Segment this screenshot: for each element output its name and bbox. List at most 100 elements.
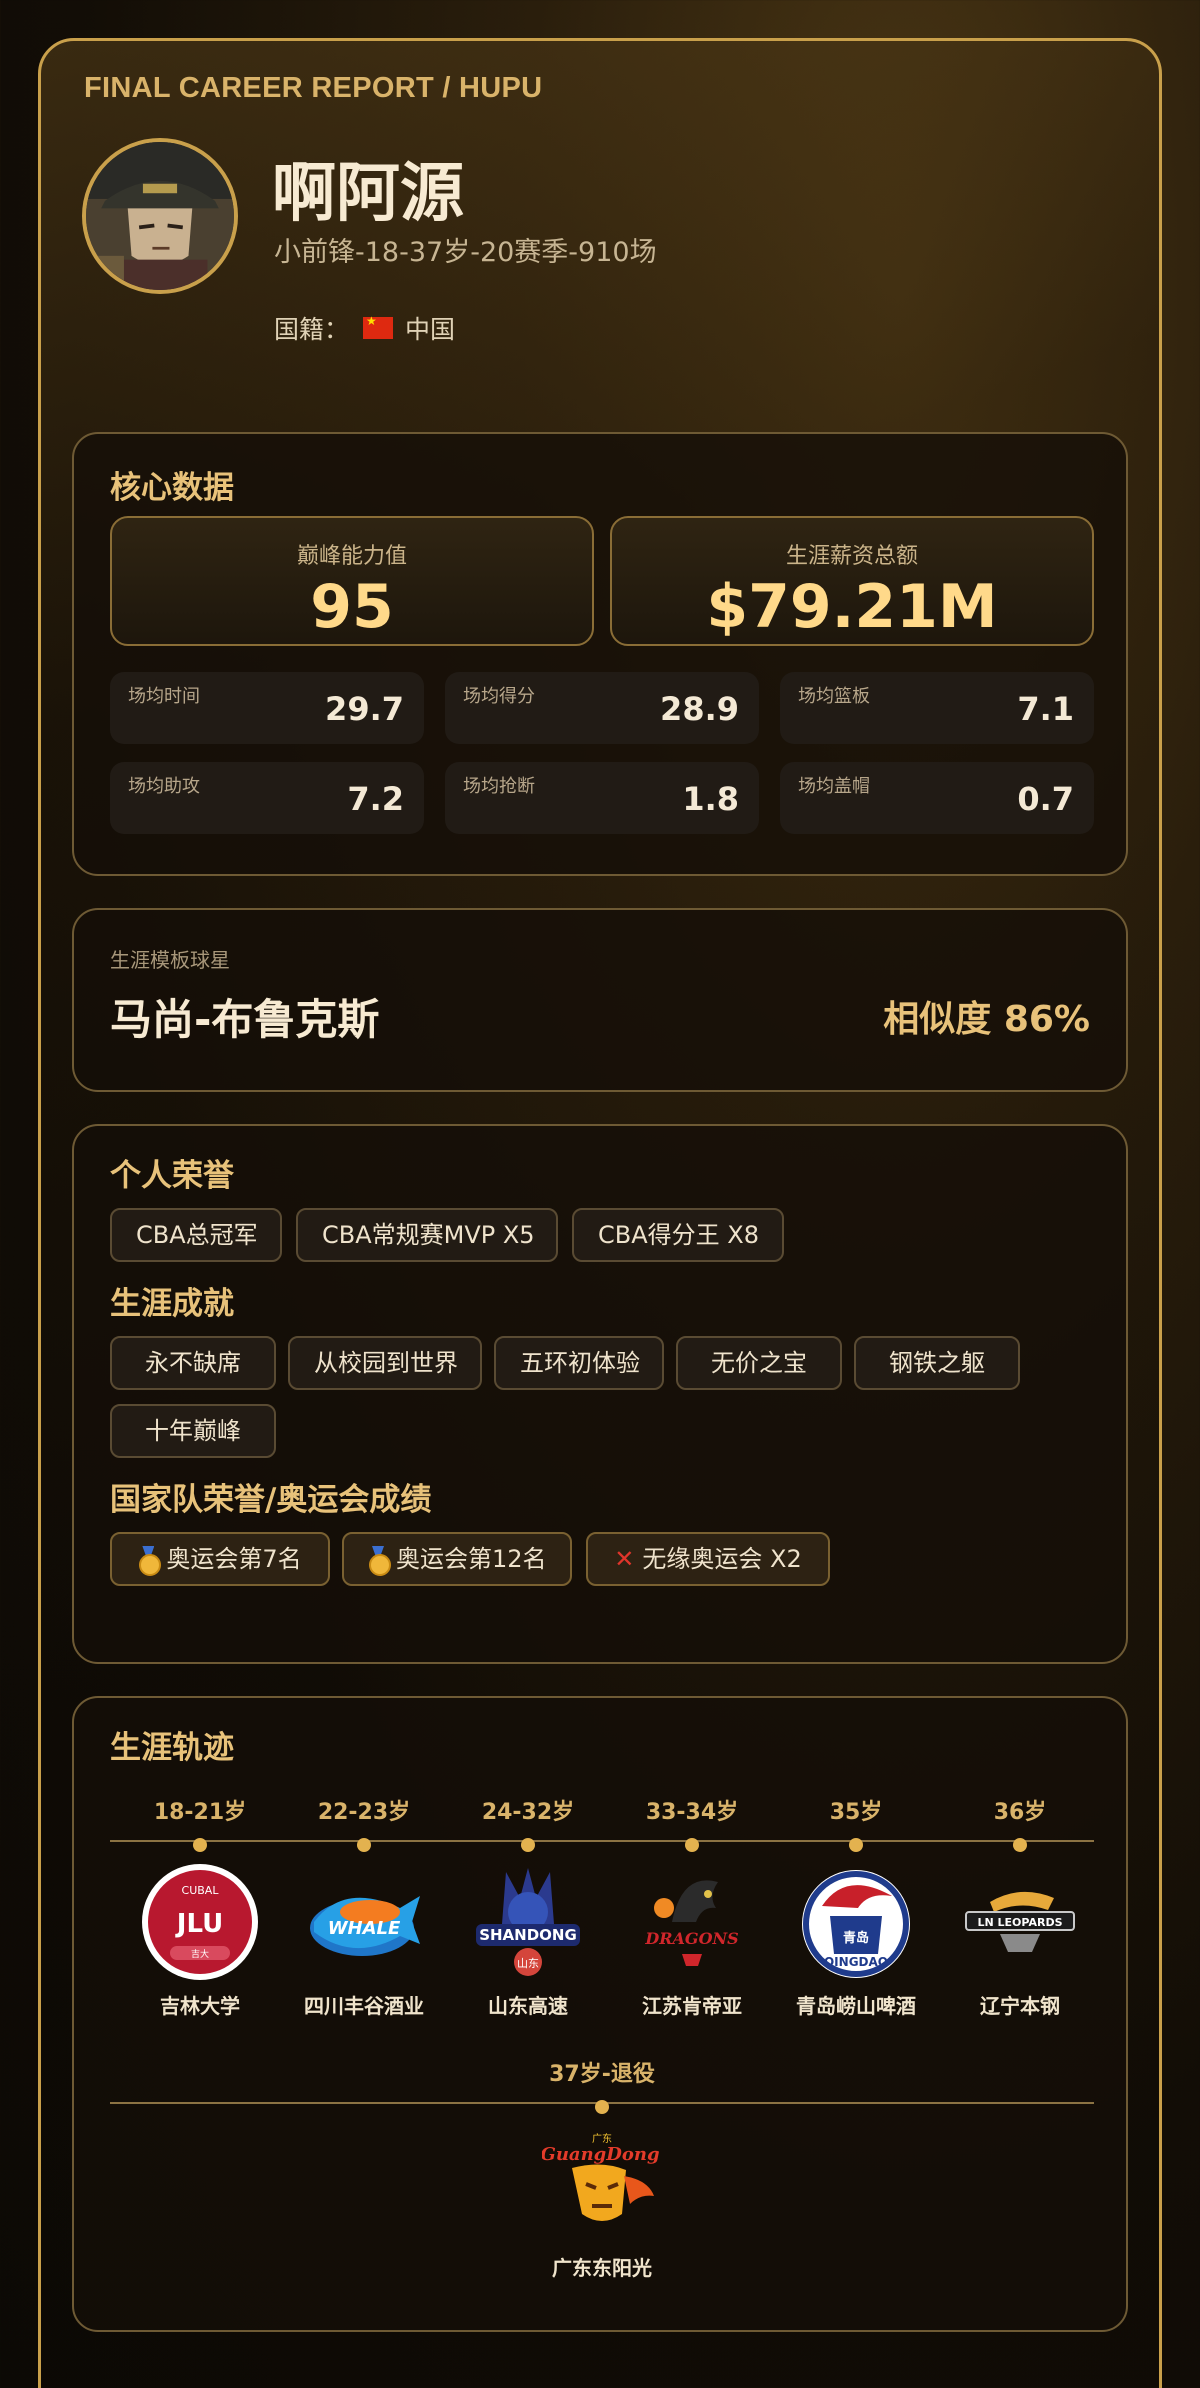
logo-text: DRAGONS: [644, 1929, 738, 1948]
career-achievements-title: 生涯成就: [110, 1286, 234, 1322]
timeline-team: 辽宁本钢: [980, 1994, 1060, 2018]
timeline-team: 四川丰谷酒业: [304, 1994, 424, 2018]
peak-rating-label: 巅峰能力值: [296, 544, 407, 569]
timeline-age: 37岁-退役: [549, 2062, 655, 2087]
timeline-stop[interactable]: 36岁 LN LEOPARDS 辽宁本钢: [938, 1794, 1102, 2019]
template-player-name: 马尚-布鲁克斯: [110, 995, 380, 1044]
timeline-dot: [595, 2100, 609, 2114]
template-player-label: 生涯模板球星: [110, 948, 230, 972]
national-result-text: 奥运会第7名: [166, 1545, 302, 1573]
logo-tag-text: 吉大: [191, 1948, 209, 1960]
achievement-chip[interactable]: 从校园到世界: [288, 1336, 482, 1390]
stat-value: 29.7: [325, 690, 404, 728]
similarity-value: 相似度 86%: [883, 999, 1090, 1040]
stat-value: 0.7: [1017, 780, 1074, 818]
cross-icon: ✕: [614, 1545, 635, 1573]
player-subtitle: 小前锋-18-37岁-20赛季-910场: [274, 237, 657, 268]
logo-text: SHANDONG: [479, 1926, 577, 1944]
guangdong-tigers-logo-icon: 广东 GuangDong: [540, 2124, 662, 2244]
timeline-age: 33-34岁: [645, 1800, 739, 1825]
nationality-row: 国籍： 中国: [274, 310, 455, 346]
timeline-stop[interactable]: 22-23岁 WHALE 四川丰谷酒业: [282, 1794, 446, 2019]
honor-chip[interactable]: CBA总冠军: [110, 1208, 282, 1262]
nationality-value: 中国: [405, 315, 456, 344]
sichuan-whale-logo-icon: WHALE: [304, 1862, 424, 1982]
shandong-logo-icon: SHANDONG 山东: [468, 1862, 588, 1982]
stat-value: 1.8: [682, 780, 739, 818]
honors-panel: 个人荣誉 CBA总冠军 CBA常规赛MVP X5 CBA得分王 X8 生涯成就 …: [72, 1124, 1128, 1664]
timeline-age: 18-21岁: [153, 1800, 247, 1825]
stat-card: 场均盖帽 0.7: [780, 762, 1094, 834]
peak-rating-card: 巅峰能力值 95: [110, 516, 594, 646]
report-tag: FINAL CAREER REPORT / HUPU: [84, 72, 543, 104]
honor-chip[interactable]: CBA常规赛MVP X5: [296, 1208, 558, 1262]
stat-value: 7.2: [347, 780, 404, 818]
timeline-stop[interactable]: 24-32岁 SHANDONG 山东 山东高速: [446, 1794, 610, 2019]
logo-tag-text: 山东: [517, 1957, 539, 1970]
logo-text: LN LEOPARDS: [977, 1916, 1062, 1929]
achievement-chip[interactable]: 十年巅峰: [110, 1404, 276, 1458]
timeline-age: 36岁: [993, 1800, 1047, 1825]
stat-label: 场均抢断: [463, 776, 535, 797]
career-salary-value: $79.21M: [706, 572, 998, 642]
achievement-chip[interactable]: 五环初体验: [494, 1336, 664, 1390]
stat-value: 28.9: [660, 690, 739, 728]
timeline-team: 青岛崂山啤酒: [796, 1994, 916, 2018]
nationality-label: 国籍：: [274, 315, 350, 344]
peak-rating-value: 95: [310, 572, 394, 642]
medal-icon: [368, 1546, 391, 1576]
timeline-team: 吉林大学: [160, 1994, 240, 2018]
timeline-dot: [357, 1838, 371, 1852]
timeline-dot: [685, 1838, 699, 1852]
stat-label: 场均助攻: [128, 776, 200, 797]
national-result-chip[interactable]: ✕ 无缘奥运会 X2: [586, 1532, 830, 1586]
template-player-panel: 生涯模板球星 马尚-布鲁克斯 相似度 86%: [72, 908, 1128, 1092]
achievement-chip[interactable]: 无价之宝: [676, 1336, 842, 1390]
china-flag-icon: [363, 314, 394, 339]
national-result-text: 奥运会第12名: [396, 1545, 547, 1573]
jiangsu-dragons-logo-icon: DRAGONS: [632, 1862, 752, 1982]
timeline-age: 22-23岁: [317, 1800, 411, 1825]
stat-label: 场均时间: [128, 686, 200, 707]
national-result-text: 无缘奥运会 X2: [642, 1545, 802, 1573]
stat-label: 场均篮板: [798, 686, 870, 707]
stat-card: 场均篮板 7.1: [780, 672, 1094, 744]
timeline-dot: [521, 1838, 535, 1852]
jilin-university-logo-icon: CUBAL JLU 吉大: [140, 1862, 260, 1982]
national-team-title: 国家队荣誉/奥运会成绩: [110, 1482, 432, 1518]
career-timeline-title: 生涯轨迹: [110, 1730, 234, 1766]
career-salary-label: 生涯薪资总额: [785, 544, 918, 569]
liaoning-leopards-logo-icon: LN LEOPARDS: [960, 1862, 1080, 1982]
national-result-chip[interactable]: 奥运会第7名: [110, 1532, 330, 1586]
logo-text: JLU: [175, 1909, 223, 1939]
timeline-stop-final[interactable]: 37岁-退役 广东 GuangDong 广东东阳光: [520, 2056, 684, 2281]
timeline-team: 山东高速: [488, 1994, 568, 2018]
core-stats-panel: 核心数据 巅峰能力值 95 生涯薪资总额 $79.21M 场均时间 29.7 场…: [72, 432, 1128, 876]
stat-card: 场均得分 28.9: [445, 672, 759, 744]
stat-card: 场均抢断 1.8: [445, 762, 759, 834]
player-avatar[interactable]: [82, 138, 238, 294]
core-stats-title: 核心数据: [110, 470, 234, 506]
timeline-age: 35岁: [829, 1800, 883, 1825]
logo-text: GuangDong: [542, 2144, 660, 2165]
medal-icon: [138, 1546, 162, 1576]
stat-label: 场均盖帽: [798, 776, 870, 797]
logo-small-text: CUBAL: [182, 1884, 220, 1897]
achievement-chip[interactable]: 永不缺席: [110, 1336, 276, 1390]
player-name: 啊阿源: [272, 157, 464, 231]
national-result-chip[interactable]: 奥运会第12名: [342, 1532, 572, 1586]
timeline-dot: [849, 1838, 863, 1852]
honor-chip[interactable]: CBA得分王 X8: [572, 1208, 784, 1262]
avatar-portrait-icon: [86, 142, 234, 290]
logo-tag-text: 青岛: [843, 1930, 869, 1946]
timeline-team: 广东东阳光: [552, 2256, 652, 2280]
stat-label: 场均得分: [463, 686, 535, 707]
achievement-chip[interactable]: 钢铁之躯: [854, 1336, 1020, 1390]
timeline-stop[interactable]: 33-34岁 DRAGONS 江苏肯帝亚: [610, 1794, 774, 2019]
stat-value: 7.1: [1017, 690, 1074, 728]
timeline-stop[interactable]: 35岁 青岛 QINGDAO 青岛崂山啤酒: [774, 1794, 938, 2019]
logo-text: QINGDAO: [824, 1955, 888, 1969]
timeline-team: 江苏肯帝亚: [642, 1994, 742, 2018]
logo-text: WHALE: [328, 1918, 401, 1939]
timeline-stop[interactable]: 18-21岁 CUBAL JLU 吉大 吉林大学: [118, 1794, 282, 2019]
